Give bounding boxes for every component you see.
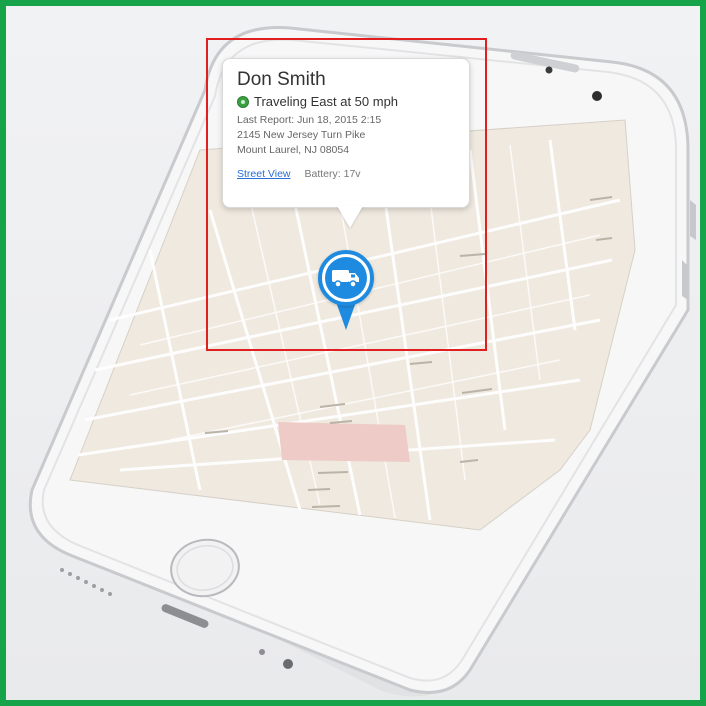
map-highlighted-block [278, 422, 410, 462]
bottom-speaker [60, 568, 112, 596]
front-camera [545, 66, 553, 74]
highlight-box [206, 38, 487, 351]
headphone-jack [283, 659, 293, 669]
